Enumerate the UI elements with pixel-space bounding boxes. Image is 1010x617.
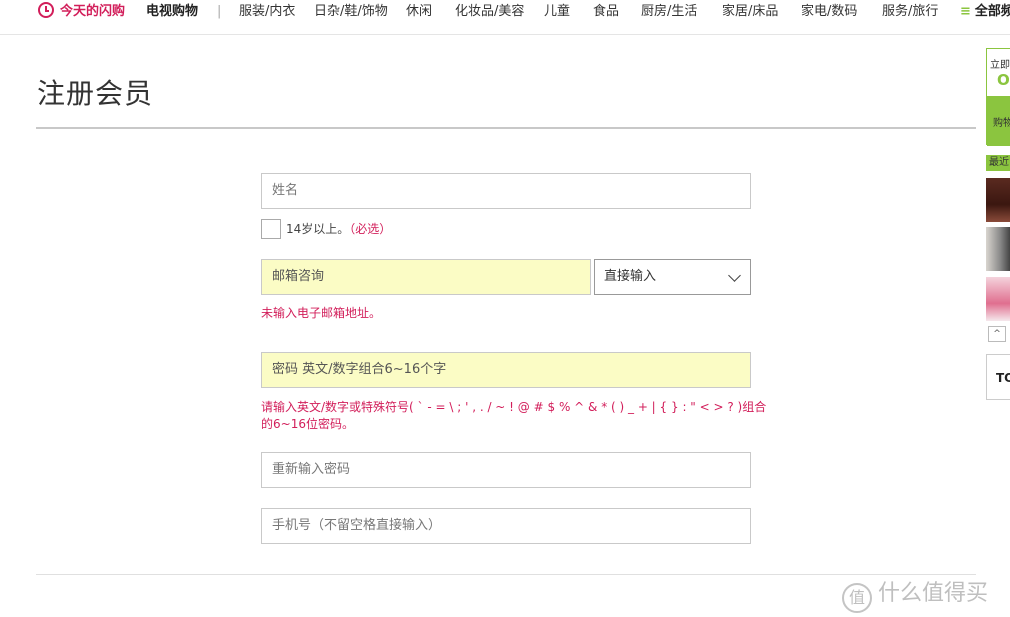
email-error: 未输入电子邮箱地址。 (261, 306, 382, 320)
name-input[interactable]: 姓名 (261, 173, 751, 209)
nav-separator: | (217, 4, 222, 19)
age-check-label: 14岁以上。（必选） (286, 222, 392, 236)
nav-cat-kids[interactable]: 儿童 (544, 0, 570, 26)
nav-cat-leisure[interactable]: 休闲 (406, 0, 432, 26)
back-to-top-button[interactable]: TO (986, 354, 1010, 400)
age-checkbox[interactable] (261, 219, 281, 239)
nav-cat-clothing[interactable]: 服装/内衣 (239, 0, 295, 26)
nav-flash-sale[interactable]: 今天的闪购 (38, 0, 125, 26)
title-divider (36, 127, 976, 129)
nav-cat-home[interactable]: 家居/床品 (722, 0, 778, 26)
nav-cat-services[interactable]: 服务/旅行 (882, 0, 938, 26)
recent-viewed-label: 最近 (986, 155, 1010, 171)
watermark-logo-icon: 值 (842, 583, 872, 613)
password-error-line1: 请输入英文/数字或特殊符号( ` - = \ ; ' , . / ~ ! @ #… (261, 400, 767, 414)
password-input[interactable]: 密码 英文/数字组合6~16个字 (261, 352, 751, 388)
hamburger-icon: ≡ (960, 4, 971, 19)
email-input[interactable]: 邮箱咨询 (261, 259, 591, 295)
nav-cat-electronics[interactable]: 家电/数码 (801, 0, 857, 26)
nav-cat-kitchen[interactable]: 厨房/生活 (641, 0, 697, 26)
scroll-up-button[interactable]: ^ (988, 326, 1006, 342)
nav-cat-goods[interactable]: 日杂/鞋/饰物 (314, 0, 388, 26)
recent-product-thumb[interactable] (986, 277, 1010, 321)
confirm-password-input[interactable]: 重新输入密码 (261, 452, 751, 488)
watermark: 值什么值得买 (842, 575, 988, 613)
nav-cat-food[interactable]: 食品 (593, 0, 619, 26)
phone-input[interactable]: 手机号（不留空格直接输入） (261, 508, 751, 544)
clock-icon (38, 2, 54, 18)
nav-tv-shopping[interactable]: 电视购物 (146, 0, 198, 26)
email-domain-select[interactable]: 直接输入 (594, 259, 751, 295)
chevron-down-icon (728, 269, 741, 282)
side-promo-card[interactable]: 立即 OI 购物 (986, 48, 1010, 146)
email-domain-value: 直接输入 (604, 269, 657, 284)
bottom-divider (36, 574, 976, 575)
nav-all-channels[interactable]: ≡全部频道 (960, 0, 1010, 26)
recent-product-thumb[interactable] (986, 178, 1010, 222)
page-title: 注册会员 (37, 77, 154, 110)
password-error-line2: 的6~16位密码。 (261, 417, 354, 431)
recent-product-thumb[interactable] (986, 227, 1010, 271)
top-navigation: 今天的闪购 电视购物 | 服装/内衣 日杂/鞋/饰物 休闲 化妆品/美容 儿童 … (0, 0, 1010, 35)
required-hint: （必选） (349, 222, 392, 236)
nav-cat-cosmetics[interactable]: 化妆品/美容 (455, 0, 524, 26)
